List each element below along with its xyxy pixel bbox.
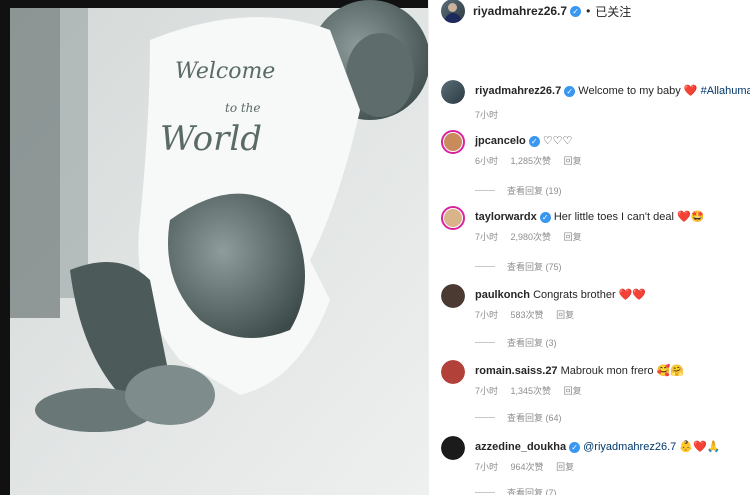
comment-likes[interactable]: 964次赞 <box>511 462 544 472</box>
commenter-avatar[interactable] <box>441 206 465 230</box>
replies-line <box>475 266 495 267</box>
view-replies-button[interactable]: 查看回复 (3) <box>475 336 557 349</box>
commenter-username[interactable]: paulkonch <box>475 289 530 301</box>
comment-likes[interactable]: 2,980次赞 <box>511 232 552 242</box>
onesie-text-welcome: Welcome <box>175 59 275 84</box>
replies-line <box>475 492 495 493</box>
mention-link[interactable]: @riyadmahrez26.7 <box>583 441 676 453</box>
comment-meta: 7小时 2,980次赞 回复 <box>475 230 592 243</box>
comment-time: 7小时 <box>475 462 499 472</box>
verified-badge-icon: ✓ <box>570 5 582 17</box>
view-replies-button[interactable]: 查看回复 (19) <box>475 184 562 197</box>
commenter-avatar[interactable] <box>441 360 465 384</box>
commenter-username[interactable]: romain.saiss.27 <box>475 365 558 377</box>
comment-text: jpcancelo ✓ ♡♡♡ <box>475 134 745 149</box>
comment-text: taylorwardx ✓ Her little toes I can't dea… <box>475 210 745 225</box>
post-header: riyadmahrez26.7 ✓ • 已关注 <box>429 0 750 23</box>
comments-panel: riyadmahrez26.7 ✓ • 已关注 riyadmahrez26.7 ✓… <box>428 0 750 495</box>
emoji-icon: 🥰🤗 <box>656 365 685 377</box>
emoji-icon: 👶❤️🙏 <box>679 441 721 453</box>
comment-time: 7小时 <box>475 310 499 320</box>
comment-likes[interactable]: 1,285次赞 <box>511 156 552 166</box>
caption-body: Welcome to my baby <box>578 85 681 97</box>
comment-meta: 7小时 1,345次赞 回复 <box>475 384 592 397</box>
view-replies-label[interactable]: 查看回复 (19) <box>507 184 562 197</box>
replies-line <box>475 190 495 191</box>
reply-button[interactable]: 回复 <box>564 232 582 242</box>
verified-badge-icon: ✓ <box>539 211 551 223</box>
reply-button[interactable]: 回复 <box>564 386 582 396</box>
reply-button[interactable]: 回复 <box>556 462 574 472</box>
caption-time: 7小时 <box>475 110 499 120</box>
comment-text: paulkonch Congrats brother ❤️❤️ <box>475 288 745 303</box>
comment-time: 7小时 <box>475 386 499 396</box>
comment-text: azzedine_doukha ✓ @riyadmahrez26.7 👶❤️🙏 <box>475 440 745 455</box>
reply-button[interactable]: 回复 <box>564 156 582 166</box>
verified-badge-icon: ✓ <box>564 85 576 97</box>
replies-line <box>475 417 495 418</box>
emoji-icon: ❤️🤩 <box>676 211 705 223</box>
hashtag-link[interactable]: #Allahumabarik <box>701 85 750 97</box>
emoji-icon: ❤️❤️ <box>618 289 647 301</box>
author-avatar[interactable] <box>441 80 465 104</box>
commenter-username[interactable]: azzedine_doukha <box>475 441 566 453</box>
comment-body: Congrats brother <box>533 289 616 301</box>
comment-meta: 7小时 964次赞 回复 <box>475 460 584 473</box>
comment-likes[interactable]: 1,345次赞 <box>511 386 552 396</box>
view-replies-button[interactable]: 查看回复 (64) <box>475 411 562 424</box>
baby-photo-illustration: Welcome to the World <box>0 0 428 495</box>
comment-body: ♡♡♡ <box>542 135 573 147</box>
onesie-text-to-the: to the <box>225 101 261 115</box>
author-username[interactable]: riyadmahrez26.7 <box>473 4 567 18</box>
comment-time: 6小时 <box>475 156 499 166</box>
caption-text: riyadmahrez26.7 ✓ Welcome to my baby ❤️ #… <box>475 84 750 99</box>
post-photo[interactable]: Welcome to the World <box>0 0 428 495</box>
view-replies-label[interactable]: 查看回复 (75) <box>507 260 562 273</box>
caption-username[interactable]: riyadmahrez26.7 <box>475 85 561 97</box>
view-replies-label[interactable]: 查看回复 (7) <box>507 486 557 495</box>
comment-time: 7小时 <box>475 232 499 242</box>
commenter-avatar[interactable] <box>441 284 465 308</box>
commenter-username[interactable]: jpcancelo <box>475 135 526 147</box>
comment-text: romain.saiss.27 Mabrouk mon frero 🥰🤗 <box>475 364 745 379</box>
commenter-avatar[interactable] <box>441 130 465 154</box>
comment-body: Her little toes I can't deal <box>553 211 674 223</box>
separator-dot: • <box>586 4 591 18</box>
view-replies-label[interactable]: 查看回复 (64) <box>507 411 562 424</box>
replies-line <box>475 342 495 343</box>
verified-badge-icon: ✓ <box>528 135 540 147</box>
view-replies-label[interactable]: 查看回复 (3) <box>507 336 557 349</box>
caption-meta: 7小时 <box>475 108 508 121</box>
onesie-text-world: World <box>160 119 262 159</box>
view-replies-button[interactable]: 查看回复 (75) <box>475 260 562 273</box>
comment-likes[interactable]: 583次赞 <box>511 310 544 320</box>
author-avatar[interactable] <box>441 0 465 23</box>
comment-meta: 7小时 583次赞 回复 <box>475 308 584 321</box>
verified-badge-icon: ✓ <box>569 441 581 453</box>
commenter-avatar[interactable] <box>441 436 465 460</box>
view-replies-button[interactable]: 查看回复 (7) <box>475 486 557 495</box>
comment-meta: 6小时 1,285次赞 回复 <box>475 154 592 167</box>
commenter-username[interactable]: taylorwardx <box>475 211 537 223</box>
comment-body: Mabrouk mon frero <box>560 365 654 377</box>
follow-status-button[interactable]: 已关注 <box>595 3 631 20</box>
reply-button[interactable]: 回复 <box>556 310 574 320</box>
heart-emoji-icon: ❤️ <box>683 85 698 97</box>
